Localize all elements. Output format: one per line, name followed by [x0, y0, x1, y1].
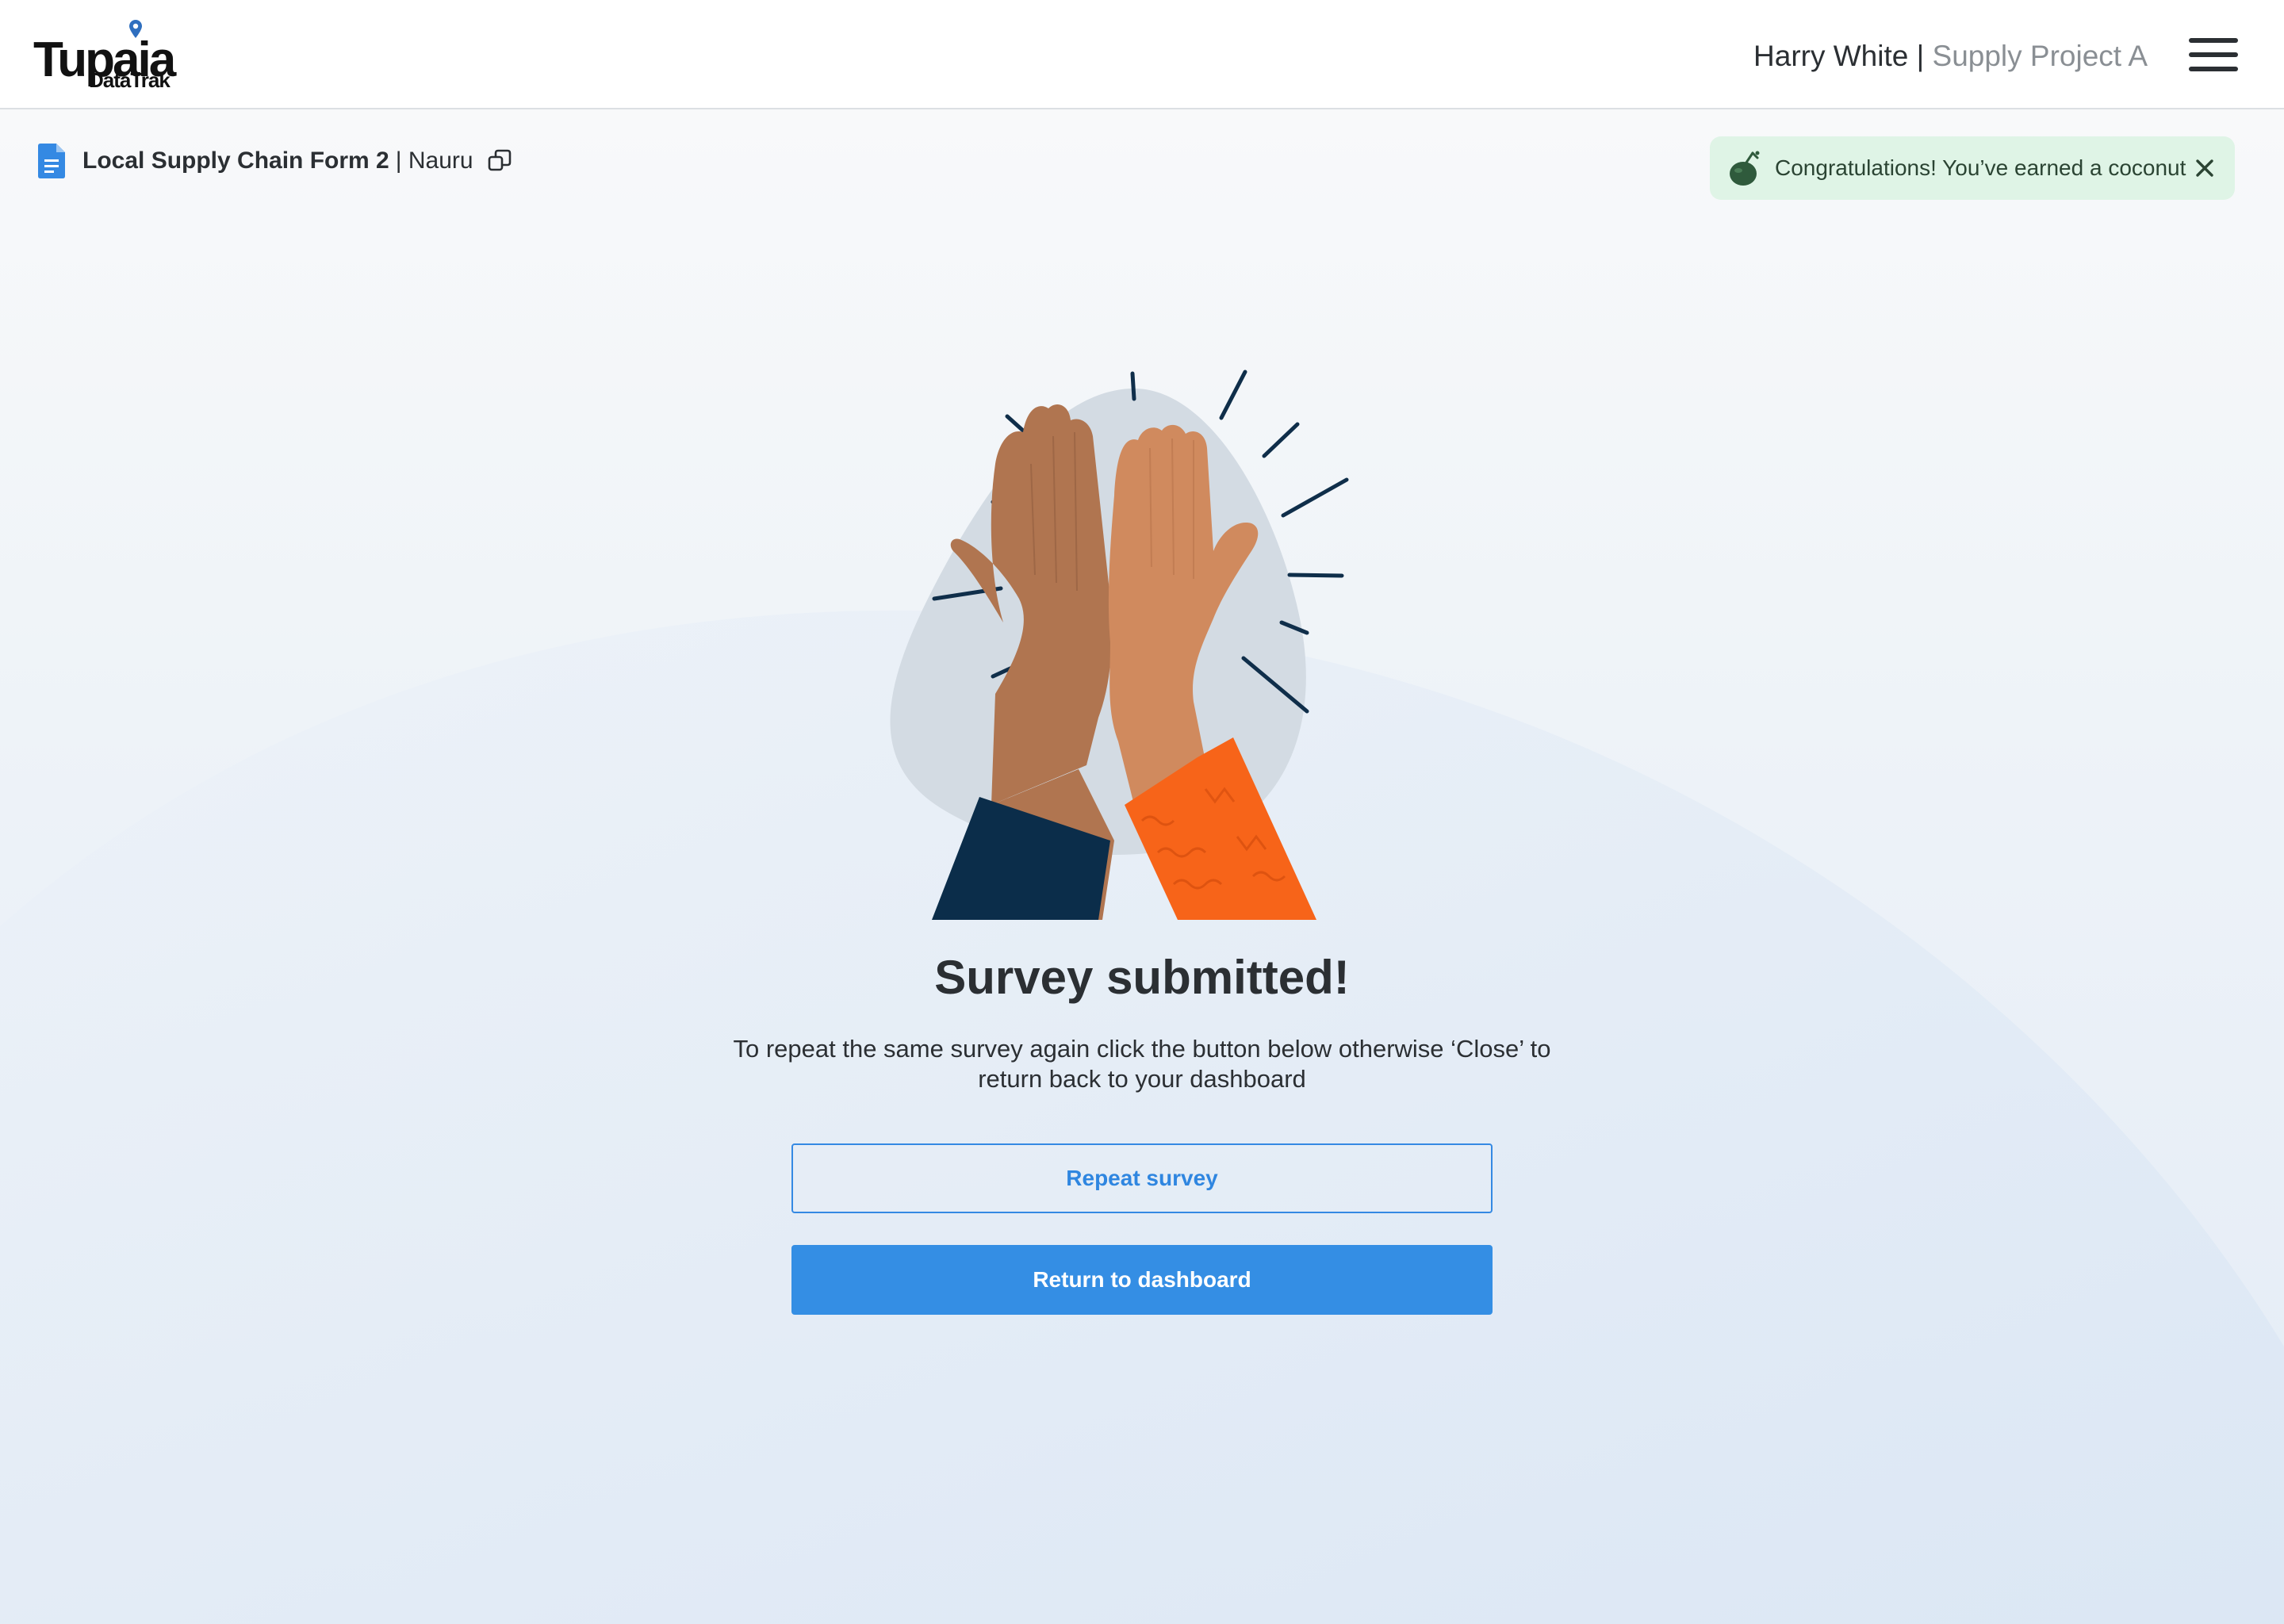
high-five-illustration [890, 370, 1349, 920]
hamburger-menu-button[interactable] [2189, 38, 2238, 75]
reward-toast: Congratulations! You’ve earned a coconut [1710, 136, 2235, 200]
user-separator: | [1916, 40, 1925, 72]
document-icon [38, 144, 65, 178]
menu-icon [2189, 38, 2238, 43]
repeat-survey-button[interactable]: Repeat survey [791, 1143, 1493, 1213]
close-icon[interactable] [2192, 155, 2217, 181]
toast-message: Congratulations! You’ve earned a coconut [1775, 155, 2186, 180]
page-title: Survey submitted! [934, 951, 1350, 1004]
return-to-dashboard-button[interactable]: Return to dashboard [791, 1245, 1493, 1315]
survey-country: | Nauru [395, 147, 473, 174]
logo-subtitle: DataTrak [89, 68, 171, 92]
user-name: Harry White [1753, 40, 1909, 72]
copy-icon[interactable] [488, 149, 512, 173]
tupaia-logo[interactable]: Tupaia DataTrak [33, 19, 176, 92]
survey-title-bar: Local Supply Chain Form 2 | Nauru [38, 143, 512, 179]
instruction-text: To repeat the same survey again click th… [733, 1035, 1551, 1093]
top-header: Tupaia DataTrak Harry White | Supply Pro… [0, 0, 2284, 109]
survey-name: Local Supply Chain Form 2 [82, 147, 389, 174]
coconut-icon [1730, 151, 1760, 186]
user-project-info: Harry White | Supply Project A [1753, 38, 2148, 75]
project-name: Supply Project A [1932, 40, 2148, 72]
